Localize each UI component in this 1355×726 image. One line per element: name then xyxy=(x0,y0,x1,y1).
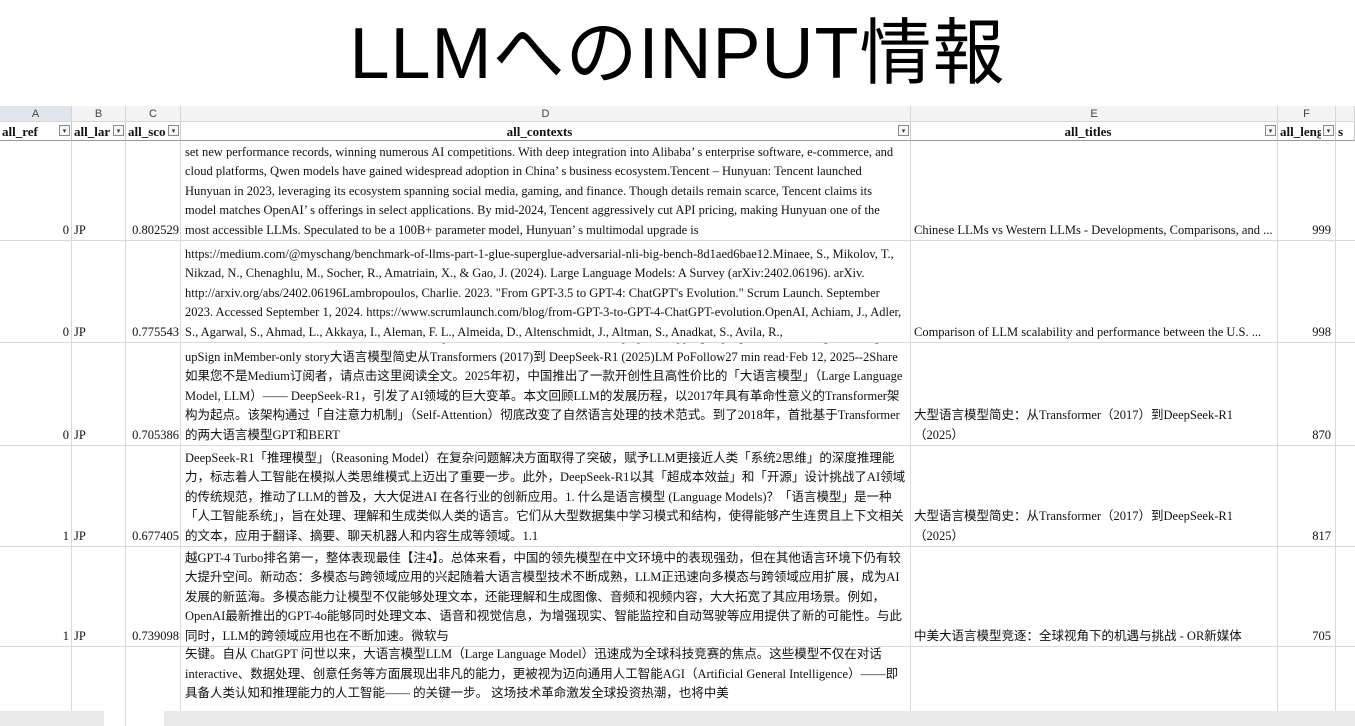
cell-score[interactable]: 0.705386 xyxy=(126,343,181,445)
cell-lang[interactable]: JP xyxy=(72,141,126,240)
cell-length[interactable]: 999 xyxy=(1278,141,1336,240)
cell-ref[interactable]: 0 xyxy=(0,241,72,342)
table-row[interactable]: 0 JP 0.802529 Qianwen model, later rebra… xyxy=(0,141,1355,241)
cell-context[interactable]: 大语言模型简史：从Transformer（2017）到DeepSeek-R1（2… xyxy=(181,343,911,445)
horizontal-scrollbar[interactable] xyxy=(164,711,1355,726)
spreadsheet[interactable]: A B C D E F all_ref ▾ all_lar ▾ all_sco … xyxy=(0,106,1355,726)
cell-context[interactable]: A. (2024, September 10). Benchmark of LL… xyxy=(181,241,911,342)
header-all-length[interactable]: all_leng ▾ xyxy=(1278,122,1336,141)
cell-ref[interactable]: 0 xyxy=(0,343,72,445)
header-s[interactable]: s xyxy=(1336,122,1355,141)
cell-length[interactable]: 998 xyxy=(1278,241,1336,342)
header-all-titles[interactable]: all_titles ▾ xyxy=(911,122,1278,141)
cell-ref[interactable]: 0 xyxy=(0,141,72,240)
filter-dropdown-icon[interactable]: ▾ xyxy=(1265,125,1276,136)
filter-dropdown-icon[interactable]: ▾ xyxy=(113,125,124,136)
cell-length[interactable]: 705 xyxy=(1278,547,1336,646)
table-row[interactable]: 1 JP 0.739098 大模型，在多项评测中展现了与国外大模型同台竞争的实力… xyxy=(0,547,1355,647)
column-letter-d[interactable]: D xyxy=(181,106,911,122)
column-letter-g[interactable] xyxy=(1336,106,1355,122)
cell-ref[interactable]: 1 xyxy=(0,446,72,546)
sheet-tab-scroll-area[interactable] xyxy=(0,711,104,726)
filter-dropdown-icon[interactable]: ▾ xyxy=(168,125,179,136)
cell-title[interactable]: Comparison of LLM scalability and perfor… xyxy=(911,241,1278,342)
header-all-contexts[interactable]: all_contexts ▾ xyxy=(181,122,911,141)
cell-lang[interactable]: JP xyxy=(72,547,126,646)
cell-context[interactable]: Model）的推理能力显著增强。此外，Anthropic推出的Claude 3.… xyxy=(181,446,911,546)
column-letter-e[interactable]: E xyxy=(911,106,1278,122)
column-letter-a[interactable]: A xyxy=(0,106,72,122)
column-letter-f[interactable]: F xyxy=(1278,106,1336,122)
table-row[interactable]: 0 JP 0.775543 A. (2024, September 10). B… xyxy=(0,241,1355,343)
cell-lang[interactable]: JP xyxy=(72,446,126,546)
header-all-lang[interactable]: all_lar ▾ xyxy=(72,122,126,141)
cell-length[interactable]: 870 xyxy=(1278,343,1336,445)
sort-filter-icon[interactable]: ▾ xyxy=(59,125,70,136)
slide-title: LLMへのINPUT情報 xyxy=(349,14,1006,94)
filter-dropdown-icon[interactable]: ▾ xyxy=(1323,125,1334,136)
cell-title[interactable]: Chinese LLMs vs Western LLMs - Developme… xyxy=(911,141,1278,240)
table-row[interactable]: 0 JP 0.705386 大语言模型简史：从Transformer（2017）… xyxy=(0,343,1355,446)
cell-lang[interactable]: JP xyxy=(72,343,126,445)
cell-context[interactable]: 大模型，在多项评测中展现了与国外大模型同台竞争的实力，文心一言在文本理解等方面【… xyxy=(181,547,911,646)
column-letter-c[interactable]: C xyxy=(126,106,181,122)
cell-length[interactable]: 817 xyxy=(1278,446,1336,546)
cell-score[interactable]: 0.775543 xyxy=(126,241,181,342)
table-row[interactable]: 1 JP 0.677405 Model）的推理能力显著增强。此外，Anthrop… xyxy=(0,446,1355,547)
cell-title[interactable]: 大型语言模型简史：从Transformer（2017）到DeepSeek-R1（… xyxy=(911,446,1278,546)
header-all-ref[interactable]: all_ref ▾ xyxy=(0,122,72,141)
cell-title[interactable]: 大型语言模型简史：从Transformer（2017）到DeepSeek-R1（… xyxy=(911,343,1278,445)
cell-ref[interactable]: 1 xyxy=(0,547,72,646)
cell-context[interactable]: Qianwen model, later rebranded as Qwen. … xyxy=(181,141,911,240)
cell-score[interactable]: 0.739098 xyxy=(126,547,181,646)
filter-dropdown-icon[interactable]: ▾ xyxy=(898,125,909,136)
cell-lang[interactable]: JP xyxy=(72,241,126,342)
cell-score[interactable]: 0.802529 xyxy=(126,141,181,240)
column-letter-b[interactable]: B xyxy=(72,106,126,122)
cell-title[interactable]: 中美大语言模型竞逐：全球视角下的机遇与挑战 - OR新媒体 xyxy=(911,547,1278,646)
cell-score[interactable]: 0.677405 xyxy=(126,446,181,546)
header-all-score[interactable]: all_sco ▾ xyxy=(126,122,181,141)
